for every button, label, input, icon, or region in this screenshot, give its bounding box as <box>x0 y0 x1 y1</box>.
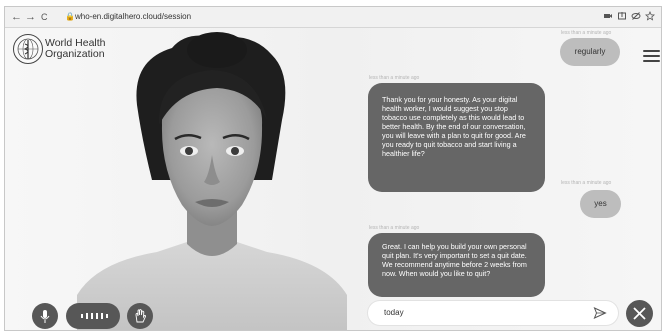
who-emblem-icon <box>13 34 43 64</box>
microphone-button[interactable] <box>32 303 58 329</box>
browser-window: ← → C 🔒 who-en.digitalhero.cloud/session <box>4 6 662 331</box>
message-input-value: today <box>384 308 404 317</box>
message-input[interactable]: today <box>368 301 618 325</box>
user-message: yes <box>580 190 621 218</box>
share-icon[interactable] <box>617 11 627 21</box>
microphone-icon <box>40 310 50 323</box>
message-timestamp: less than a minute ago <box>369 75 420 81</box>
star-icon[interactable] <box>645 10 655 21</box>
interrupt-button[interactable] <box>127 303 153 329</box>
reload-icon[interactable]: C <box>41 10 48 24</box>
address-bar[interactable]: 🔒 who-en.digitalhero.cloud/session <box>57 9 597 25</box>
audio-level-indicator[interactable] <box>66 303 120 329</box>
waveform-icon <box>81 313 108 319</box>
hidden-eye-icon[interactable] <box>631 11 641 21</box>
send-icon[interactable] <box>593 306 607 320</box>
hand-icon <box>135 309 146 323</box>
message-timestamp: less than a minute ago <box>561 180 612 186</box>
digital-human-avatar <box>77 30 347 330</box>
end-session-button[interactable] <box>626 300 653 327</box>
lock-icon: 🔒 <box>65 12 75 21</box>
session-page: World Health Organization less than a mi… <box>5 28 661 330</box>
forward-icon[interactable]: → <box>25 10 36 24</box>
agent-message: Great. I can help you build your own per… <box>368 233 545 297</box>
close-icon <box>633 307 646 320</box>
back-icon[interactable]: ← <box>11 10 22 24</box>
message-timestamp: less than a minute ago <box>369 225 420 231</box>
message-timestamp: less than a minute ago <box>561 30 612 36</box>
agent-message: Thank you for your honesty. As your digi… <box>368 83 545 192</box>
user-message: regularly <box>560 38 620 66</box>
browser-toolbar: ← → C 🔒 who-en.digitalhero.cloud/session <box>5 7 661 28</box>
url-text: who-en.digitalhero.cloud/session <box>75 12 192 21</box>
camera-icon[interactable] <box>603 11 613 21</box>
hamburger-menu-icon[interactable] <box>643 50 661 64</box>
